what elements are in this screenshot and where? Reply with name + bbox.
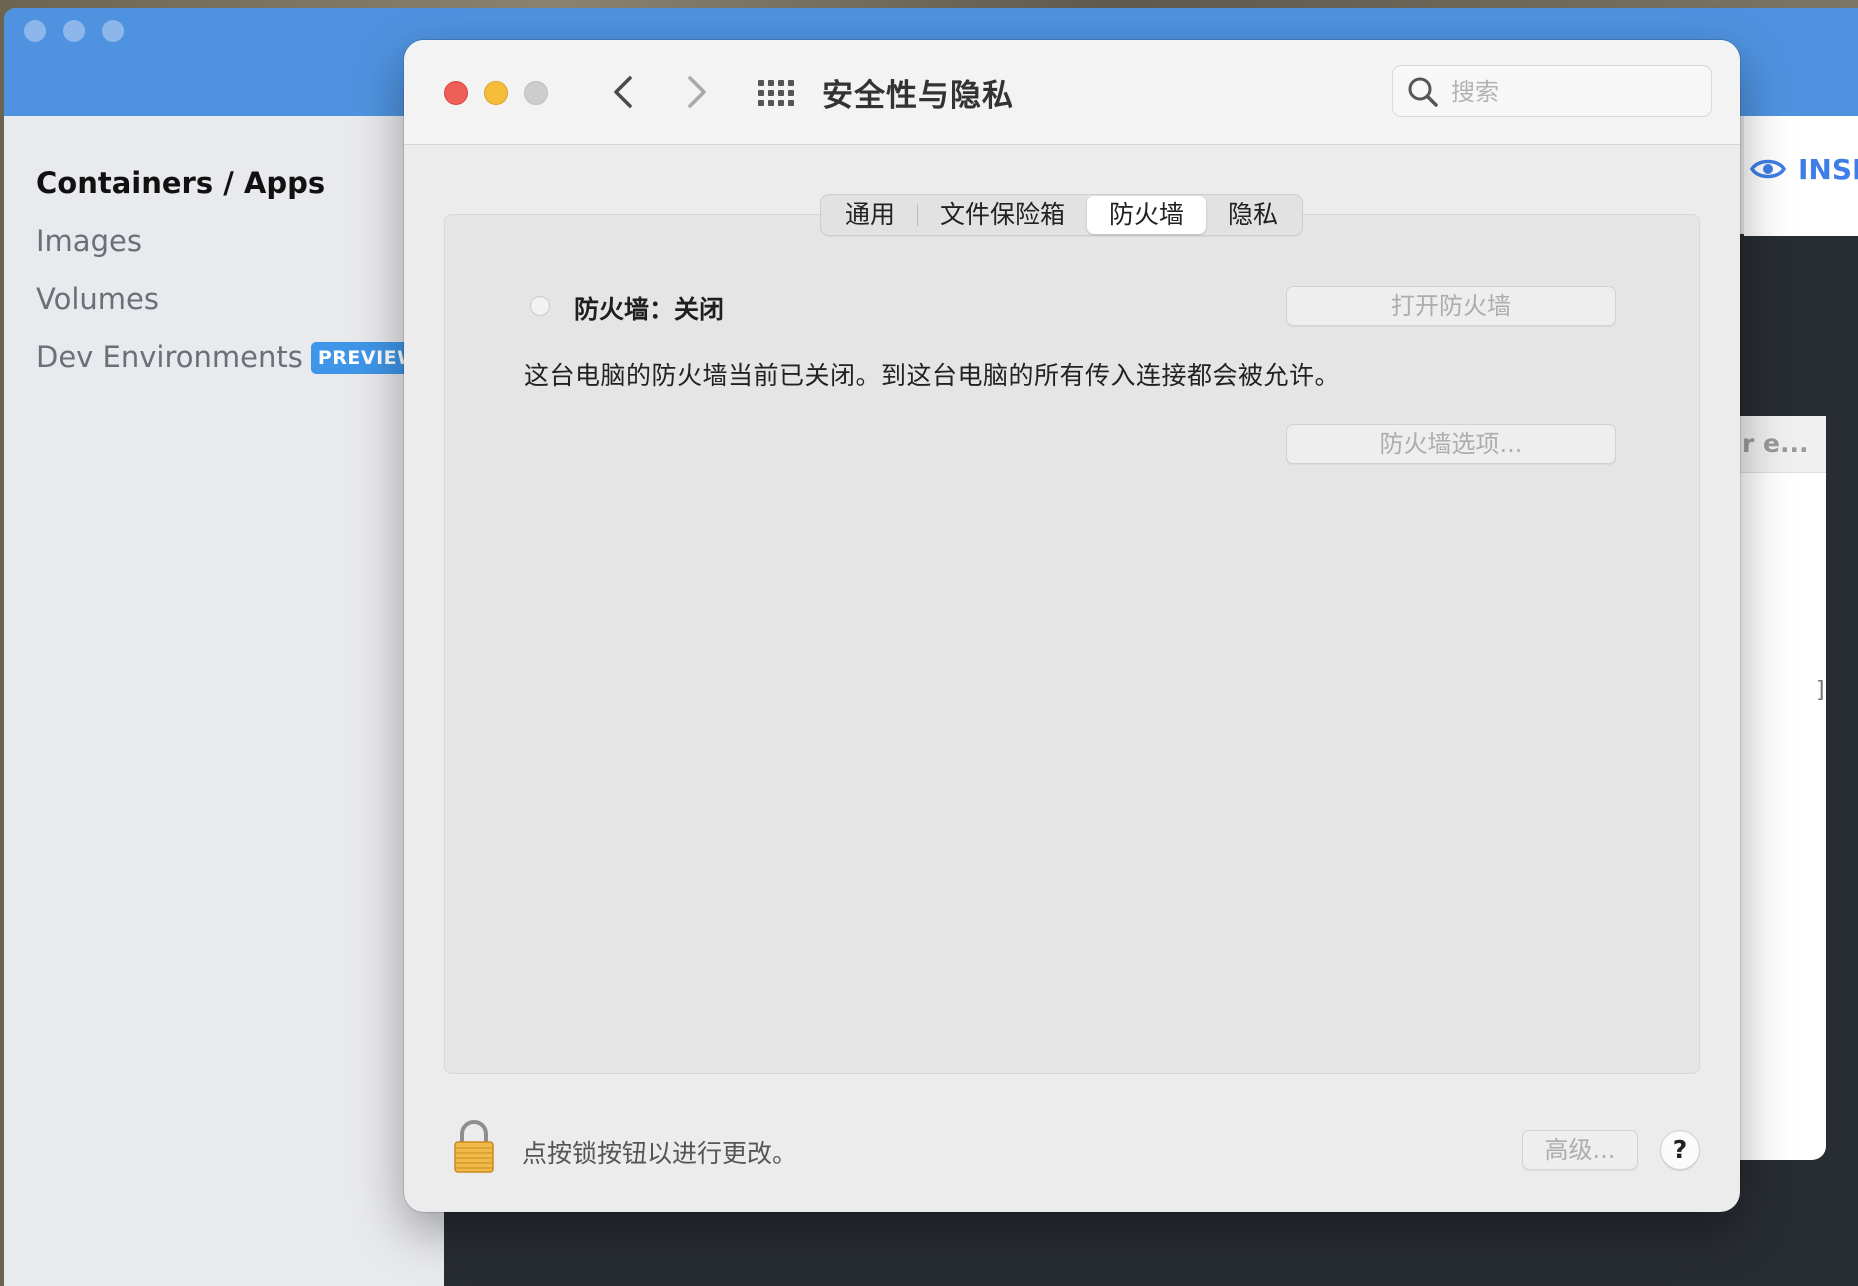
chevron-left-icon	[614, 76, 632, 108]
back-button[interactable]	[604, 70, 644, 114]
sidebar-item-label: Containers / Apps	[36, 166, 326, 200]
sidebar-item-volumes[interactable]: Volumes	[36, 282, 159, 316]
background-sidebar: Containers / Apps Images Volumes Dev Env…	[4, 116, 444, 1286]
search-icon	[1408, 77, 1438, 107]
background-close-light[interactable]	[24, 20, 46, 42]
background-card: r e...	[1734, 416, 1826, 1160]
tab-general[interactable]: 通用	[823, 196, 917, 234]
sidebar-item-label: Volumes	[36, 282, 159, 316]
lock-hint-text: 点按锁按钮以进行更改。	[522, 1139, 798, 1168]
tab-firewall[interactable]: 防火墙	[1087, 196, 1207, 234]
sidebar-item-containers-apps[interactable]: Containers / Apps	[36, 166, 325, 200]
zoom-button[interactable]	[524, 81, 548, 105]
forward-button[interactable]	[676, 70, 716, 114]
advanced-button[interactable]: 高级...	[1522, 1130, 1638, 1170]
inspect-label: INSP	[1798, 153, 1858, 186]
firewall-status-indicator	[530, 296, 550, 316]
background-zoom-light[interactable]	[102, 20, 124, 42]
show-all-grid-icon[interactable]	[756, 78, 796, 108]
firewall-options-button[interactable]: 防火墙选项...	[1286, 424, 1616, 464]
security-privacy-window: 安全性与隐私 通用 文件保险箱 防火墙 隐私 防火墙：关闭 打开防火墙 这台电脑…	[404, 40, 1740, 1212]
turn-on-firewall-button[interactable]: 打开防火墙	[1286, 286, 1616, 326]
tab-filevault[interactable]: 文件保险箱	[918, 196, 1087, 234]
background-minimize-light[interactable]	[63, 20, 85, 42]
minimize-button[interactable]	[484, 81, 508, 105]
lock-icon[interactable]	[452, 1118, 496, 1174]
background-card-header: r e...	[1734, 416, 1826, 473]
close-button[interactable]	[444, 81, 468, 105]
help-button[interactable]: ?	[1660, 1130, 1700, 1170]
firewall-description: 这台电脑的防火墙当前已关闭。到这台电脑的所有传入连接都会被允许。	[524, 361, 1341, 390]
sidebar-item-label: Dev Environments	[36, 340, 303, 374]
window-toolbar: 安全性与隐私	[404, 40, 1740, 145]
inspect-button[interactable]: INSP	[1749, 153, 1858, 186]
eye-icon	[1749, 159, 1787, 179]
search-field[interactable]	[1392, 65, 1712, 117]
sidebar-item-label: Images	[36, 224, 142, 258]
firewall-status-label: 防火墙：关闭	[574, 295, 725, 324]
window-title: 安全性与隐私	[822, 78, 1014, 114]
sidebar-item-images[interactable]: Images	[36, 224, 142, 258]
background-divider-mark: ]	[1816, 678, 1825, 703]
firewall-panel	[444, 214, 1700, 1074]
search-input[interactable]	[1449, 74, 1703, 110]
sidebar-item-dev-environments[interactable]: Dev Environments PREVIEW	[36, 340, 426, 374]
tab-privacy[interactable]: 隐私	[1206, 196, 1300, 234]
tab-bar: 通用 文件保险箱 防火墙 隐私	[820, 194, 1304, 236]
chevron-right-icon	[688, 76, 706, 108]
